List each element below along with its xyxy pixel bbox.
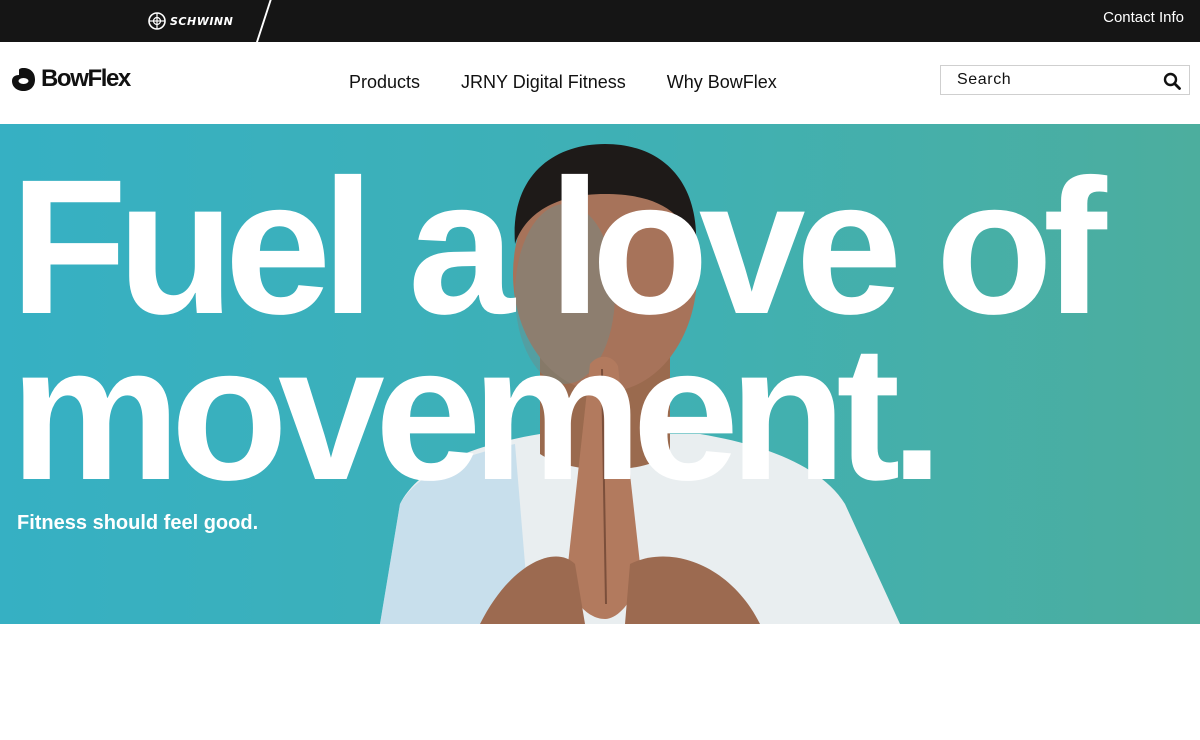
hero-headline-line-2: movement. bbox=[10, 305, 944, 520]
nav-item-why-bowflex[interactable]: Why BowFlex bbox=[667, 72, 777, 93]
brand-divider bbox=[256, 0, 272, 42]
primary-nav: Products JRNY Digital Fitness Why BowFle… bbox=[349, 72, 777, 93]
search-input[interactable] bbox=[941, 71, 1151, 89]
bowflex-wordmark: BowFlex bbox=[41, 65, 131, 92]
search-icon[interactable] bbox=[1163, 72, 1181, 95]
nav-item-products[interactable]: Products bbox=[349, 72, 420, 93]
hero-subheading: Fitness should feel good. bbox=[17, 512, 259, 534]
hero-headline: Fuel a love of movement. bbox=[10, 151, 1107, 520]
schwinn-logo-link[interactable]: SCHWINN bbox=[148, 11, 233, 31]
bowflex-logo-icon bbox=[12, 67, 35, 91]
schwinn-emblem-icon bbox=[148, 12, 166, 30]
contact-info-link[interactable]: Contact Info bbox=[1103, 9, 1184, 26]
search-box bbox=[940, 65, 1190, 95]
hero-banner: Fuel a love of movement. Fitness should … bbox=[0, 124, 1200, 624]
bowflex-logo-link[interactable]: BowFlex bbox=[10, 65, 131, 93]
nav-item-jrny-digital-fitness[interactable]: JRNY Digital Fitness bbox=[461, 72, 626, 93]
schwinn-wordmark: SCHWINN bbox=[170, 14, 234, 28]
top-utility-bar: SCHWINN Contact Info bbox=[0, 0, 1200, 42]
main-header: BowFlex Products JRNY Digital Fitness Wh… bbox=[0, 42, 1200, 124]
